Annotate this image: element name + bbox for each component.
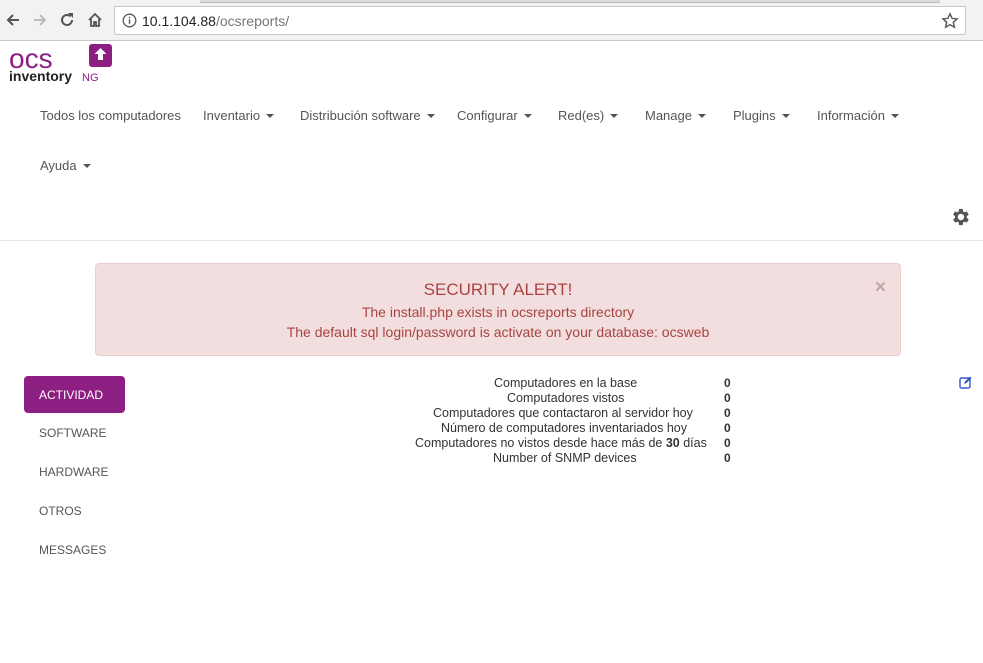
menu-label: Todos los computadores xyxy=(40,108,181,123)
stat-label-snmp-devices: Number of SNMP devices xyxy=(493,451,637,465)
logo-text-bottom: inventory xyxy=(9,68,72,84)
menu-label: Distribución software xyxy=(300,108,421,123)
alert-line-sql: The default sql login/password is activa… xyxy=(286,324,710,340)
close-icon[interactable]: × xyxy=(875,278,886,297)
menu-distribucion-software[interactable]: Distribución software xyxy=(300,108,435,123)
tab-messages[interactable]: MESSAGES xyxy=(24,531,125,568)
edit-icon[interactable] xyxy=(959,376,972,389)
menu-label: Inventario xyxy=(203,108,261,123)
caret-down-icon xyxy=(697,113,706,118)
stat-value-snmp-devices: 0 xyxy=(724,451,731,465)
tab-actividad[interactable]: ACTIVIDAD xyxy=(24,376,125,413)
caret-down-icon xyxy=(426,113,435,118)
info-icon[interactable] xyxy=(122,13,137,28)
url-text[interactable]: 10.1.104.88/ocsreports/ xyxy=(142,13,289,29)
menu-redes[interactable]: Red(es) xyxy=(558,108,619,123)
stat-label-computadores-base: Computadores en la base xyxy=(494,376,638,390)
ocs-inventory-logo: ocs inventory NG xyxy=(9,44,112,84)
back-icon[interactable] xyxy=(2,9,24,31)
tab-label: ACTIVIDAD xyxy=(39,387,104,402)
stat-value-inventariados-hoy: 0 xyxy=(724,421,731,435)
tab-otros[interactable]: OTROS xyxy=(24,492,125,529)
tab-label: SOFTWARE xyxy=(39,425,107,440)
stat-value-contactaron-hoy: 0 xyxy=(724,406,731,420)
caret-down-icon xyxy=(266,113,275,118)
menu-plugins[interactable]: Plugins xyxy=(733,108,790,123)
tab-software[interactable]: SOFTWARE xyxy=(24,414,125,451)
stat-value-no-vistos: 0 xyxy=(724,436,731,450)
home-icon[interactable] xyxy=(84,9,106,31)
url-host: 10.1.104.88 xyxy=(142,13,216,29)
star-icon[interactable] xyxy=(941,12,959,30)
tab-label: HARDWARE xyxy=(39,464,109,479)
menu-label: Manage xyxy=(645,108,692,123)
header-divider xyxy=(0,240,983,241)
tab-label: MESSAGES xyxy=(39,542,107,557)
gear-icon[interactable] xyxy=(949,206,971,228)
menu-inventario[interactable]: Inventario xyxy=(203,108,275,123)
tab-label: OTROS xyxy=(39,503,82,518)
alert-title: SECURITY ALERT! xyxy=(423,280,573,299)
stat-value-computadores-base: 0 xyxy=(724,376,731,390)
caret-down-icon xyxy=(781,113,790,118)
caret-down-icon xyxy=(82,163,91,168)
menu-ayuda[interactable]: Ayuda xyxy=(40,158,91,173)
caret-down-icon xyxy=(610,113,619,118)
logo-text-suffix: NG xyxy=(82,72,99,84)
browser-toolbar: 10.1.104.88/ocsreports/ xyxy=(0,0,983,41)
security-alert: SECURITY ALERT! The install.php exists i… xyxy=(95,263,901,356)
menu-label: Configurar xyxy=(457,108,518,123)
stat-label-inventariados-hoy: Número de computadores inventariados hoy xyxy=(441,421,687,435)
menu-configurar[interactable]: Configurar xyxy=(457,108,532,123)
tab-hardware[interactable]: HARDWARE xyxy=(24,453,125,490)
address-bar[interactable]: 10.1.104.88/ocsreports/ xyxy=(114,6,966,35)
stat-label-no-vistos: Computadores no vistos desde hace más de… xyxy=(415,436,707,450)
forward-icon[interactable] xyxy=(29,9,51,31)
stat-label-contactaron-hoy: Computadores que contactaron al servidor… xyxy=(433,406,693,420)
caret-down-icon xyxy=(523,113,532,118)
stat-label-computadores-vistos: Computadores vistos xyxy=(507,391,625,405)
menu-label: Red(es) xyxy=(558,108,605,123)
caret-down-icon xyxy=(890,113,899,118)
tab-strip xyxy=(200,0,940,3)
menu-todos-computadores[interactable]: Todos los computadores xyxy=(40,108,181,123)
menu-informacion[interactable]: Información xyxy=(817,108,899,123)
url-path: /ocsreports/ xyxy=(215,13,290,29)
stat-label-no-vistos-pre: Computadores no vistos desde hace más de xyxy=(415,436,666,450)
reload-icon[interactable] xyxy=(56,9,78,31)
menu-label: Información xyxy=(817,108,885,123)
stat-label-no-vistos-post: días xyxy=(679,436,707,450)
menu-manage[interactable]: Manage xyxy=(645,108,706,123)
alert-line-install: The install.php exists in ocsreports dir… xyxy=(361,304,635,320)
stat-label-no-vistos-days[interactable]: 30 xyxy=(666,436,680,450)
menu-label: Plugins xyxy=(733,108,776,123)
stat-value-computadores-vistos: 0 xyxy=(724,391,731,405)
menu-label: Ayuda xyxy=(40,158,77,173)
